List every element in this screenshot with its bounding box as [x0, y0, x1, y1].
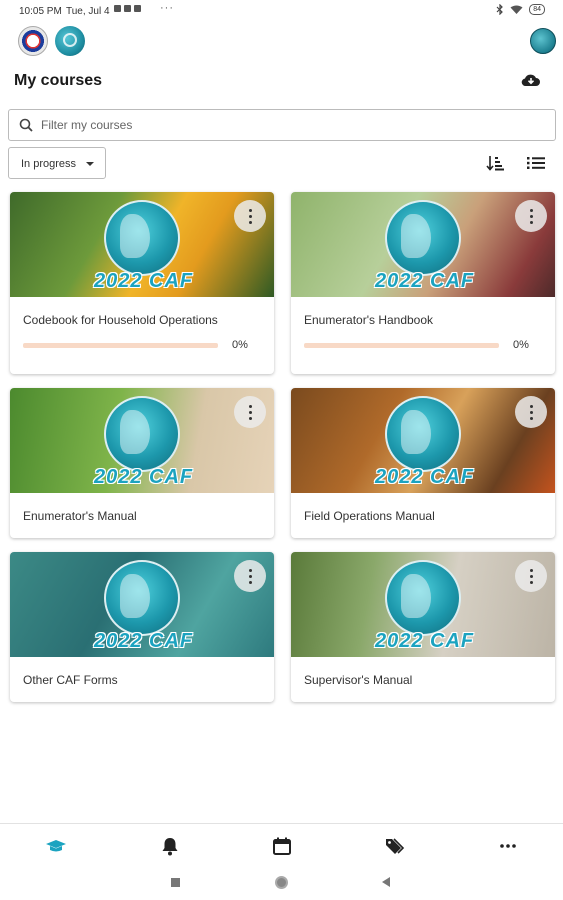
status-overflow: ··· — [160, 2, 174, 14]
course-name: Other CAF Forms — [23, 673, 118, 687]
search-placeholder: Filter my courses — [41, 118, 133, 132]
bluetooth-icon — [496, 4, 504, 15]
search-input[interactable]: Filter my courses — [8, 109, 556, 141]
notification-icons — [114, 5, 141, 12]
wifi-icon — [510, 5, 523, 14]
graduation-cap-icon[interactable] — [46, 836, 66, 856]
sort-icon[interactable] — [486, 155, 504, 171]
caf-wordmark: 2022 CAF — [94, 270, 194, 292]
status-time: 10:05 PM — [19, 6, 62, 17]
course-image: 2022 CAF — [10, 388, 274, 493]
course-progress-label: 0% — [232, 339, 248, 351]
status-filter-dropdown[interactable]: In progress — [8, 147, 106, 179]
course-card[interactable]: 2022 CAF Enumerator's Manual — [10, 388, 274, 538]
chevron-down-icon — [86, 162, 94, 166]
more-vertical-icon[interactable] — [234, 560, 266, 592]
bell-icon[interactable] — [160, 836, 180, 856]
caf-badge — [104, 396, 180, 472]
course-name: Enumerator's Handbook — [304, 313, 434, 327]
back-button[interactable] — [382, 877, 390, 887]
course-progress-bar — [304, 343, 499, 348]
course-card[interactable]: 2022 CAF Codebook for Household Operatio… — [10, 192, 274, 374]
course-name: Codebook for Household Operations — [23, 313, 218, 327]
tags-icon[interactable] — [385, 836, 405, 856]
list-view-icon[interactable] — [527, 156, 545, 170]
course-image: 2022 CAF — [10, 552, 274, 657]
search-icon — [19, 118, 33, 132]
course-card[interactable]: 2022 CAF Supervisor's Manual — [291, 552, 555, 702]
caf-badge — [385, 560, 461, 636]
course-card[interactable]: 2022 CAF Enumerator's Handbook 0% — [291, 192, 555, 374]
user-avatar[interactable] — [530, 28, 556, 54]
caf-wordmark: 2022 CAF — [94, 466, 194, 488]
message-notification-icon — [124, 5, 131, 12]
course-progress-bar — [23, 343, 218, 348]
page-title: My courses — [14, 72, 103, 89]
caf-badge — [385, 200, 461, 276]
caf-badge — [104, 560, 180, 636]
status-date: Tue, Jul 4 — [66, 6, 110, 17]
recents-button[interactable] — [171, 878, 180, 887]
course-name: Supervisor's Manual — [304, 673, 413, 687]
home-button[interactable] — [275, 876, 288, 889]
course-image: 2022 CAF — [291, 192, 555, 297]
battery-icon: 84 — [529, 4, 545, 15]
caf-wordmark: 2022 CAF — [375, 630, 475, 652]
status-bar: 10:05 PM Tue, Jul 4 ··· 84 — [0, 0, 563, 22]
calendar-icon[interactable] — [272, 836, 292, 856]
more-vertical-icon[interactable] — [515, 396, 547, 428]
more-vertical-icon[interactable] — [234, 200, 266, 232]
caf-badge — [385, 396, 461, 472]
more-vertical-icon[interactable] — [515, 560, 547, 592]
filter-selected-label: In progress — [21, 158, 77, 170]
cloud-notification-icon — [114, 5, 121, 12]
course-name: Field Operations Manual — [304, 509, 435, 523]
course-name: Enumerator's Manual — [23, 509, 137, 523]
caf-badge — [104, 200, 180, 276]
course-image: 2022 CAF — [291, 388, 555, 493]
course-card[interactable]: 2022 CAF Field Operations Manual — [291, 388, 555, 538]
course-image: 2022 CAF — [291, 552, 555, 657]
course-card[interactable]: 2022 CAF Other CAF Forms — [10, 552, 274, 702]
bottom-navigation — [0, 823, 563, 868]
clipboard-notification-icon — [134, 5, 141, 12]
caf-wordmark: 2022 CAF — [94, 630, 194, 652]
course-image: 2022 CAF — [10, 192, 274, 297]
more-horizontal-icon[interactable] — [498, 836, 518, 856]
cloud-download-icon[interactable] — [521, 72, 541, 88]
more-vertical-icon[interactable] — [515, 200, 547, 232]
system-status-icons: 84 — [496, 4, 545, 15]
caf-wordmark: 2022 CAF — [375, 466, 475, 488]
psa-logo — [18, 26, 48, 56]
caf-logo — [55, 26, 85, 56]
course-progress-label: 0% — [513, 339, 529, 351]
system-navigation-bar — [0, 866, 563, 900]
more-vertical-icon[interactable] — [234, 396, 266, 428]
caf-wordmark: 2022 CAF — [375, 270, 475, 292]
